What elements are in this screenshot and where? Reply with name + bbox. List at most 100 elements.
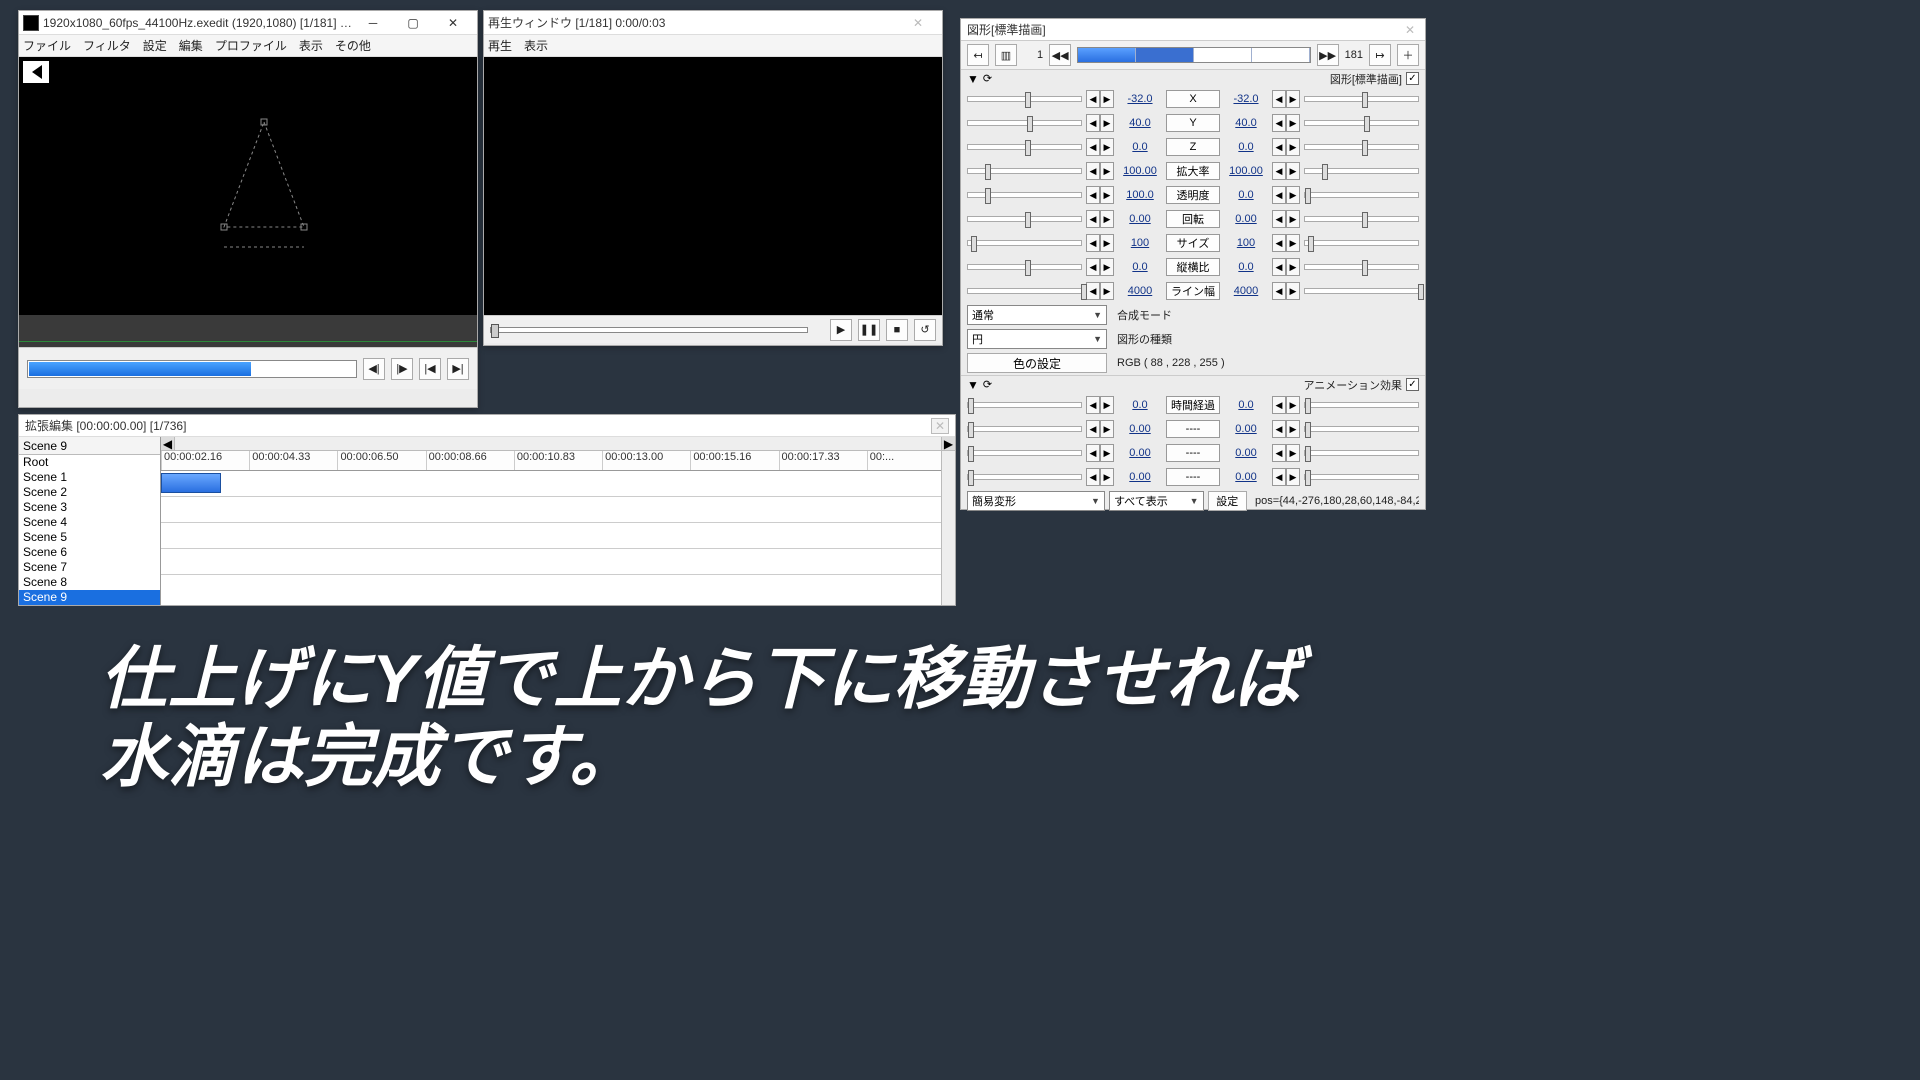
param-name-button[interactable]: Z (1166, 138, 1220, 156)
param-right-value[interactable]: 0.0 (1224, 261, 1268, 273)
param-left-value[interactable]: 100.0 (1118, 189, 1162, 201)
preview-canvas[interactable] (19, 57, 477, 315)
playback-close-button[interactable]: ✕ (898, 12, 938, 34)
param-left-value[interactable]: 100.00 (1118, 165, 1162, 177)
param-left-value[interactable]: 40.0 (1118, 117, 1162, 129)
frame-prev-button[interactable]: ◀| (363, 358, 385, 380)
param-name-button[interactable]: ライン幅 (1166, 282, 1220, 300)
seek-track[interactable] (27, 360, 357, 378)
param-left-value[interactable]: -32.0 (1118, 93, 1162, 105)
param-name-button[interactable]: X (1166, 90, 1220, 108)
playback-seek[interactable] (490, 327, 808, 333)
stepper-right[interactable]: ◀▶ (1272, 186, 1300, 204)
stepper-right[interactable]: ◀▶ (1272, 138, 1300, 156)
param-slider-right[interactable] (1304, 216, 1419, 222)
play-button[interactable]: ▶ (830, 319, 852, 341)
param-slider-left[interactable] (967, 426, 1082, 432)
param-name-button[interactable]: ---- (1166, 468, 1220, 486)
param-slider-left[interactable] (967, 264, 1082, 270)
param-left-value[interactable]: 0.00 (1118, 213, 1162, 225)
param-name-button[interactable]: Y (1166, 114, 1220, 132)
add-button[interactable]: ＋ (1397, 44, 1419, 66)
param-slider-left[interactable] (967, 120, 1082, 126)
param-slider-right[interactable] (1304, 96, 1419, 102)
timeline-clip[interactable] (161, 473, 221, 493)
stepper-right[interactable]: ◀▶ (1272, 258, 1300, 276)
rewind-home-button[interactable] (23, 61, 49, 83)
playback-canvas[interactable] (484, 57, 942, 315)
param-right-value[interactable]: 0.00 (1224, 447, 1268, 459)
stepper-left[interactable]: ◀▶ (1086, 210, 1114, 228)
param-right-value[interactable]: -32.0 (1224, 93, 1268, 105)
menu-edit[interactable]: 編集 (179, 37, 203, 54)
stepper-right[interactable]: ◀▶ (1272, 282, 1300, 300)
frame-next-button[interactable]: |▶ (391, 358, 413, 380)
stop-button[interactable]: ■ (886, 319, 908, 341)
stepper-right[interactable]: ◀▶ (1272, 420, 1300, 438)
loop-icon[interactable]: ⟳ (983, 72, 992, 85)
param-slider-right[interactable] (1304, 144, 1419, 150)
stepper-right[interactable]: ◀▶ (1272, 114, 1300, 132)
track-row[interactable] (161, 497, 955, 523)
menu-display[interactable]: 表示 (524, 37, 548, 54)
param-slider-right[interactable] (1304, 288, 1419, 294)
track-row[interactable] (161, 549, 955, 575)
param-slider-left[interactable] (967, 288, 1082, 294)
param-slider-right[interactable] (1304, 120, 1419, 126)
timeline-h-scroll[interactable]: ◀ ▶ (161, 437, 955, 451)
stepper-left[interactable]: ◀▶ (1086, 90, 1114, 108)
param-slider-left[interactable] (967, 96, 1082, 102)
track-row[interactable] (161, 471, 955, 497)
scene-list-item[interactable]: Scene 2 (19, 485, 160, 500)
property-close-button[interactable]: ✕ (1401, 22, 1419, 38)
track-row[interactable] (161, 523, 955, 549)
goto-start-button[interactable]: |◀ (419, 358, 441, 380)
stepper-left[interactable]: ◀▶ (1086, 420, 1114, 438)
param-name-button[interactable]: 透明度 (1166, 186, 1220, 204)
param-name-button[interactable]: 拡大率 (1166, 162, 1220, 180)
color-picker-button[interactable]: 色の設定 (967, 353, 1107, 373)
frame-track[interactable] (1077, 47, 1311, 63)
scene-list-item[interactable]: Scene 3 (19, 500, 160, 515)
param-left-value[interactable]: 0.00 (1118, 447, 1162, 459)
param-left-value[interactable]: 0.0 (1118, 141, 1162, 153)
anim-filter-dropdown[interactable]: すべて表示▼ (1109, 491, 1204, 511)
param-name-button[interactable]: サイズ (1166, 234, 1220, 252)
stepper-right[interactable]: ◀▶ (1272, 468, 1300, 486)
stepper-right[interactable]: ◀▶ (1272, 162, 1300, 180)
scroll-right-button[interactable]: ▶ (941, 437, 955, 450)
param-slider-right[interactable] (1304, 168, 1419, 174)
scene-list-item[interactable]: Scene 4 (19, 515, 160, 530)
param-left-value[interactable]: 4000 (1118, 285, 1162, 297)
scene-list-item[interactable]: Scene 6 (19, 545, 160, 560)
param-slider-left[interactable] (967, 144, 1082, 150)
shape-type-dropdown[interactable]: 円▼ (967, 329, 1107, 349)
timeline-close-button[interactable]: ✕ (931, 418, 949, 434)
stepper-right[interactable]: ◀▶ (1272, 210, 1300, 228)
stepper-right[interactable]: ◀▶ (1272, 396, 1300, 414)
scene-list-item[interactable]: Scene 7 (19, 560, 160, 575)
scene-list-item[interactable]: Scene 1 (19, 470, 160, 485)
menu-view[interactable]: 表示 (299, 37, 323, 54)
param-slider-left[interactable] (967, 474, 1082, 480)
stepper-left[interactable]: ◀▶ (1086, 468, 1114, 486)
scene-list-item[interactable]: Scene 5 (19, 530, 160, 545)
stepper-left[interactable]: ◀▶ (1086, 234, 1114, 252)
stepper-left[interactable]: ◀▶ (1086, 258, 1114, 276)
param-slider-left[interactable] (967, 402, 1082, 408)
menu-file[interactable]: ファイル (23, 37, 71, 54)
param-left-value[interactable]: 0.0 (1118, 261, 1162, 273)
frame-rewind-button[interactable]: ◀◀ (1049, 44, 1071, 66)
section-enable-checkbox[interactable]: ✓ (1406, 72, 1419, 85)
param-left-value[interactable]: 0.00 (1118, 471, 1162, 483)
stepper-right[interactable]: ◀▶ (1272, 234, 1300, 252)
anim-settings-button[interactable]: 設定 (1208, 491, 1247, 511)
param-slider-left[interactable] (967, 168, 1082, 174)
stepper-right[interactable]: ◀▶ (1272, 444, 1300, 462)
blend-mode-dropdown[interactable]: 通常▼ (967, 305, 1107, 325)
goto-end-button[interactable]: ▶| (447, 358, 469, 380)
param-slider-right[interactable] (1304, 426, 1419, 432)
minimize-button[interactable]: ─ (353, 12, 393, 34)
stepper-left[interactable]: ◀▶ (1086, 138, 1114, 156)
param-name-button[interactable]: ---- (1166, 420, 1220, 438)
